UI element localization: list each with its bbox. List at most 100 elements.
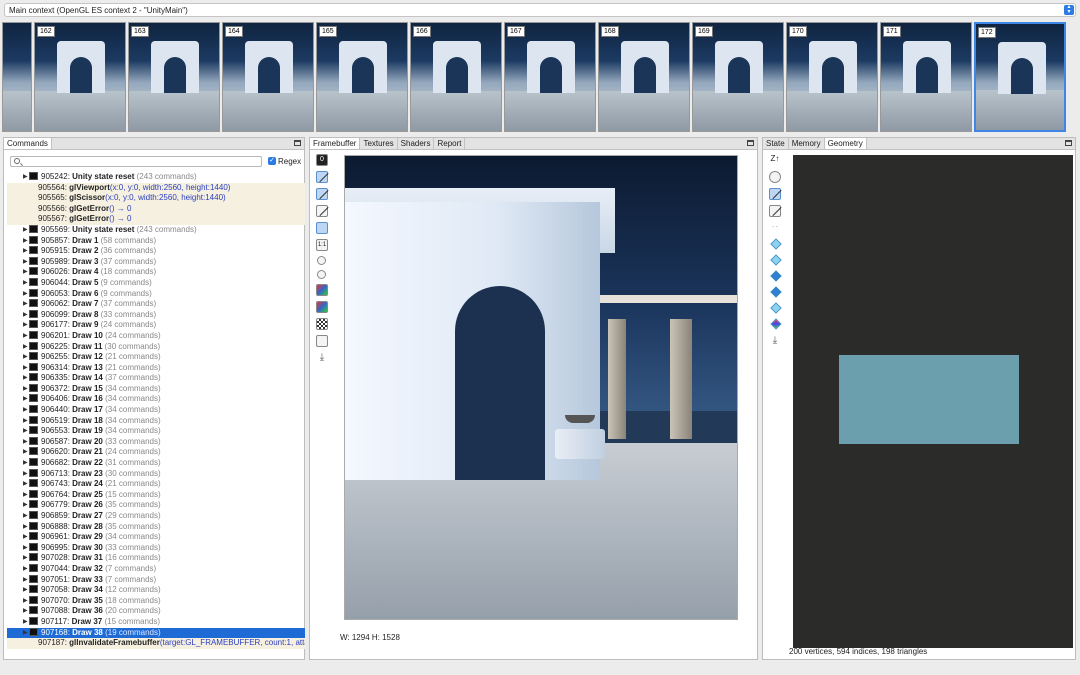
expand-arrow-icon[interactable]: ▶ [23, 628, 28, 639]
tab-shaders[interactable]: Shaders [398, 138, 435, 149]
command-search-input[interactable] [10, 155, 262, 167]
expand-arrow-icon[interactable]: ▶ [23, 172, 28, 183]
geometry-viewport[interactable] [793, 155, 1073, 648]
wireframe-none-icon[interactable] [316, 205, 328, 217]
expand-arrow-icon[interactable]: ▶ [23, 426, 28, 437]
draw-call-row[interactable]: ▶ 907058: Draw 34 (12 commands) [7, 585, 305, 596]
draw-call-row[interactable]: ▶ 906620: Draw 21 (24 commands) [7, 447, 305, 458]
histogram-icon[interactable] [316, 301, 328, 313]
draw-call-row[interactable]: ▶ 906440: Draw 17 (34 commands) [7, 405, 305, 416]
expand-arrow-icon[interactable]: ▶ [23, 532, 28, 543]
color-channels-icon[interactable] [316, 284, 328, 296]
context-selector[interactable]: Main context (OpenGL ES context 2 - "Uni… [4, 3, 1076, 17]
draw-call-row[interactable]: ▶ 906764: Draw 25 (15 commands) [7, 489, 305, 501]
tab-commands[interactable]: Commands [4, 138, 52, 149]
command-call-row[interactable]: 905567: glGetError() → 0 [7, 214, 305, 225]
tab-geometry[interactable]: Geometry [824, 138, 867, 149]
expand-arrow-icon[interactable]: ▶ [23, 564, 28, 575]
expand-arrow-icon[interactable]: ▶ [23, 257, 28, 268]
expand-arrow-icon[interactable]: ▶ [23, 606, 28, 617]
draw-call-row[interactable]: ▶ 906587: Draw 20 (33 commands) [7, 436, 305, 448]
frame-thumbnail[interactable]: 171 [880, 22, 972, 132]
command-group-row[interactable]: ▶ 905242: Unity state reset (243 commands… [7, 172, 305, 183]
expand-arrow-icon[interactable]: ▶ [23, 363, 28, 374]
expand-arrow-icon[interactable]: ▶ [23, 352, 28, 363]
draw-call-row[interactable]: ▶ 906682: Draw 22 (31 commands) [7, 458, 305, 469]
command-call-row[interactable]: 905566: glGetError() → 0 [7, 203, 305, 215]
draw-call-row[interactable]: ▶ 906177: Draw 9 (24 commands) [7, 320, 305, 331]
tab-memory[interactable]: Memory [789, 138, 825, 149]
shading-normals-icon[interactable] [770, 254, 782, 266]
expand-arrow-icon[interactable]: ▶ [23, 617, 28, 628]
expand-arrow-icon[interactable]: ▶ [23, 500, 28, 511]
flip-vertical-icon[interactable] [316, 335, 328, 347]
expand-arrow-icon[interactable]: ▶ [23, 384, 28, 395]
expand-arrow-icon[interactable]: ▶ [23, 394, 28, 405]
frame-thumbnail[interactable]: 163 [128, 22, 220, 132]
save-download-icon[interactable]: ⤓ [769, 335, 781, 347]
transparency-checkerboard-icon[interactable] [316, 318, 328, 330]
expand-arrow-icon[interactable]: ▶ [23, 342, 28, 353]
command-call-row[interactable]: 907187: glInvalidateFramebuffer(target:G… [7, 638, 305, 649]
draw-call-row[interactable]: ▶ 906335: Draw 14 (37 commands) [7, 373, 305, 384]
expand-arrow-icon[interactable]: ▶ [23, 299, 28, 310]
draw-call-row[interactable]: ▶ 906099: Draw 8 (33 commands) [7, 309, 305, 321]
shading-lit-icon[interactable] [770, 238, 782, 250]
expand-arrow-icon[interactable]: ▶ [23, 458, 28, 469]
draw-call-row[interactable]: ▶ 906201: Draw 10 (24 commands) [7, 330, 305, 342]
shading-hex-icon[interactable] [770, 302, 782, 314]
save-download-icon[interactable]: ⤓ [316, 352, 328, 364]
draw-call-row[interactable]: ▶ 906225: Draw 11 (30 commands) [7, 341, 305, 353]
expand-arrow-icon[interactable]: ▶ [23, 225, 28, 236]
draw-call-row[interactable]: ▶ 906961: Draw 29 (34 commands) [7, 532, 305, 543]
expand-arrow-icon[interactable]: ▶ [23, 511, 28, 522]
expand-arrow-icon[interactable]: ▶ [23, 405, 28, 416]
shaded-wireframe-icon[interactable] [769, 188, 781, 200]
shading-flat-icon[interactable] [770, 270, 782, 282]
expand-arrow-icon[interactable]: ▶ [23, 575, 28, 586]
attachment-index-button[interactable]: 0 [316, 154, 328, 166]
tab-textures[interactable]: Textures [360, 138, 398, 149]
expand-arrow-icon[interactable]: ▶ [23, 596, 28, 607]
draw-call-row[interactable]: ▶ 906053: Draw 6 (9 commands) [7, 288, 305, 300]
draw-call-row[interactable]: ▶ 907070: Draw 35 (18 commands) [7, 595, 305, 607]
z-up-button[interactable]: Z↑ [769, 154, 781, 166]
expand-arrow-icon[interactable]: ▶ [23, 331, 28, 342]
draw-call-row[interactable]: ▶ 906743: Draw 24 (21 commands) [7, 479, 305, 490]
zoom-fit-icon[interactable] [316, 222, 328, 234]
tab-framebuffer[interactable]: Framebuffer [310, 138, 361, 149]
frame-thumbnail-partial[interactable] [2, 22, 32, 132]
draw-call-row[interactable]: ▶ 906406: Draw 16 (34 commands) [7, 394, 305, 405]
frame-thumbnail[interactable]: 169 [692, 22, 784, 132]
checkbox-checked-icon[interactable]: ✓ [268, 157, 276, 165]
draw-call-row[interactable]: ▶ 906713: Draw 23 (30 commands) [7, 468, 305, 480]
draw-call-row[interactable]: ▶ 906519: Draw 18 (34 commands) [7, 415, 305, 427]
expand-arrow-icon[interactable]: ▶ [23, 553, 28, 564]
draw-call-row[interactable]: ▶ 905915: Draw 2 (36 commands) [7, 246, 305, 257]
tab-state[interactable]: State [763, 138, 789, 149]
draw-call-row[interactable]: ▶ 907051: Draw 33 (7 commands) [7, 574, 305, 586]
expand-arrow-icon[interactable]: ▶ [23, 543, 28, 554]
draw-call-row[interactable]: ▶ 906779: Draw 26 (35 commands) [7, 500, 305, 511]
expand-arrow-icon[interactable]: ▶ [23, 236, 28, 247]
expand-arrow-icon[interactable]: ▶ [23, 246, 28, 257]
wireframe-icon[interactable] [769, 205, 781, 217]
regex-toggle[interactable]: ✓ Regex [268, 157, 301, 166]
expand-arrow-icon[interactable]: ▶ [23, 585, 28, 596]
draw-call-row[interactable]: ▶ 906995: Draw 30 (33 commands) [7, 542, 305, 554]
command-call-row[interactable]: 905565: glScissor(x:0, y:0, width:2560, … [7, 193, 305, 204]
draw-call-row[interactable]: ▶ 907044: Draw 32 (7 commands) [7, 563, 305, 575]
draw-call-row[interactable]: ▶ 907088: Draw 36 (20 commands) [7, 606, 305, 617]
draw-call-row[interactable]: ▶ 906372: Draw 15 (34 commands) [7, 383, 305, 395]
frame-thumbnail[interactable]: 164 [222, 22, 314, 132]
context-dropdown-arrows-icon[interactable]: ▴ ▾ [1064, 4, 1074, 15]
frame-thumbnail[interactable]: 166 [410, 22, 502, 132]
draw-call-row[interactable]: ▶ 905989: Draw 3 (37 commands) [7, 256, 305, 268]
draw-call-row[interactable]: ▶ 906553: Draw 19 (34 commands) [7, 426, 305, 437]
expand-arrow-icon[interactable]: ▶ [23, 278, 28, 289]
frame-thumbnail[interactable]: 162 [34, 22, 126, 132]
expand-arrow-icon[interactable]: ▶ [23, 479, 28, 490]
expand-arrow-icon[interactable]: ▶ [23, 373, 28, 384]
frame-thumbnail[interactable]: 165 [316, 22, 408, 132]
zoom-actual-button[interactable]: 1:1 [316, 239, 328, 251]
